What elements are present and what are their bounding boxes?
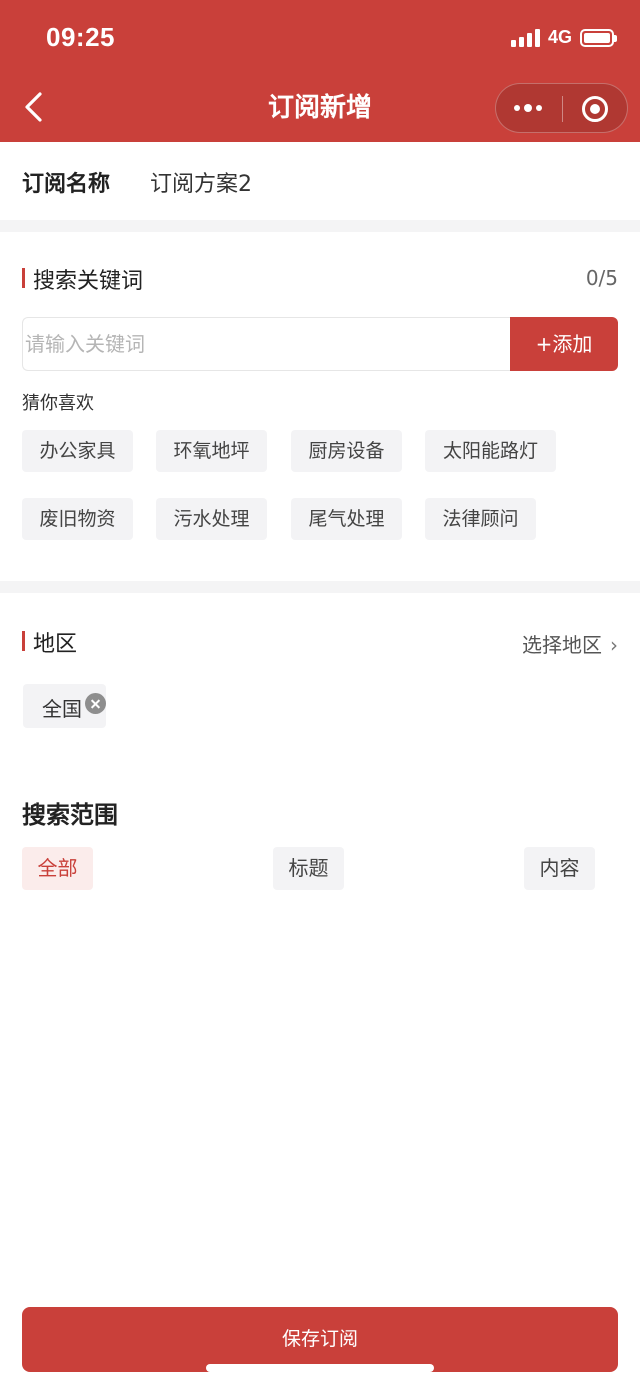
section-divider (0, 220, 640, 232)
suggestion-chip[interactable]: 太阳能路灯 (425, 430, 556, 472)
battery-icon (580, 28, 617, 47)
capsule-divider (562, 96, 563, 122)
add-keyword-button[interactable]: +添加 (510, 317, 618, 371)
suggestion-chip[interactable]: 污水处理 (156, 498, 267, 540)
keyword-input[interactable] (22, 317, 512, 371)
subscription-name-row: 订阅名称 订阅方案2 (0, 142, 640, 220)
subscription-name-label: 订阅名称 (22, 172, 111, 197)
home-indicator (206, 1364, 434, 1372)
select-region-link[interactable]: 选择地区 › (522, 629, 618, 658)
status-indicators: 4G (510, 27, 617, 48)
search-scope-title: 搜索范围 (22, 801, 118, 829)
more-icon[interactable] (514, 104, 542, 112)
select-region-label: 选择地区 (522, 633, 602, 657)
guess-you-like-label: 猜你喜欢 (22, 393, 94, 414)
remove-region-icon[interactable] (85, 693, 106, 714)
network-type: 4G (547, 27, 572, 47)
suggestion-chip[interactable]: 办公家具 (22, 430, 133, 472)
section-divider (0, 581, 640, 593)
close-mini-program-icon[interactable] (582, 96, 608, 122)
header: 09:25 4G 订阅新增 (0, 0, 640, 142)
section-accent-bar (22, 631, 25, 651)
suggestion-chip[interactable]: 厨房设备 (291, 430, 402, 472)
region-title: 地区 (33, 632, 78, 657)
chevron-right-icon: › (610, 633, 618, 657)
suggestion-chip[interactable]: 尾气处理 (291, 498, 402, 540)
region-chip-label: 全国 (42, 697, 82, 721)
suggestion-chip[interactable]: 法律顾问 (425, 498, 536, 540)
signal-icon (510, 28, 540, 47)
section-accent-bar (22, 268, 25, 288)
mini-program-capsule (495, 83, 628, 133)
keyword-counter: 0/5 (585, 266, 618, 290)
status-time: 09:25 (46, 22, 115, 52)
scope-option-content[interactable]: 内容 (524, 847, 595, 890)
suggestion-chip[interactable]: 废旧物资 (22, 498, 133, 540)
save-subscription-button[interactable]: 保存订阅 (22, 1307, 618, 1372)
suggestion-chip[interactable]: 环氧地坪 (156, 430, 267, 472)
scope-option-title[interactable]: 标题 (273, 847, 344, 890)
keywords-title: 搜索关键词 (33, 269, 144, 294)
subscription-name-value[interactable]: 订阅方案2 (150, 166, 252, 198)
scope-option-all[interactable]: 全部 (22, 847, 93, 890)
